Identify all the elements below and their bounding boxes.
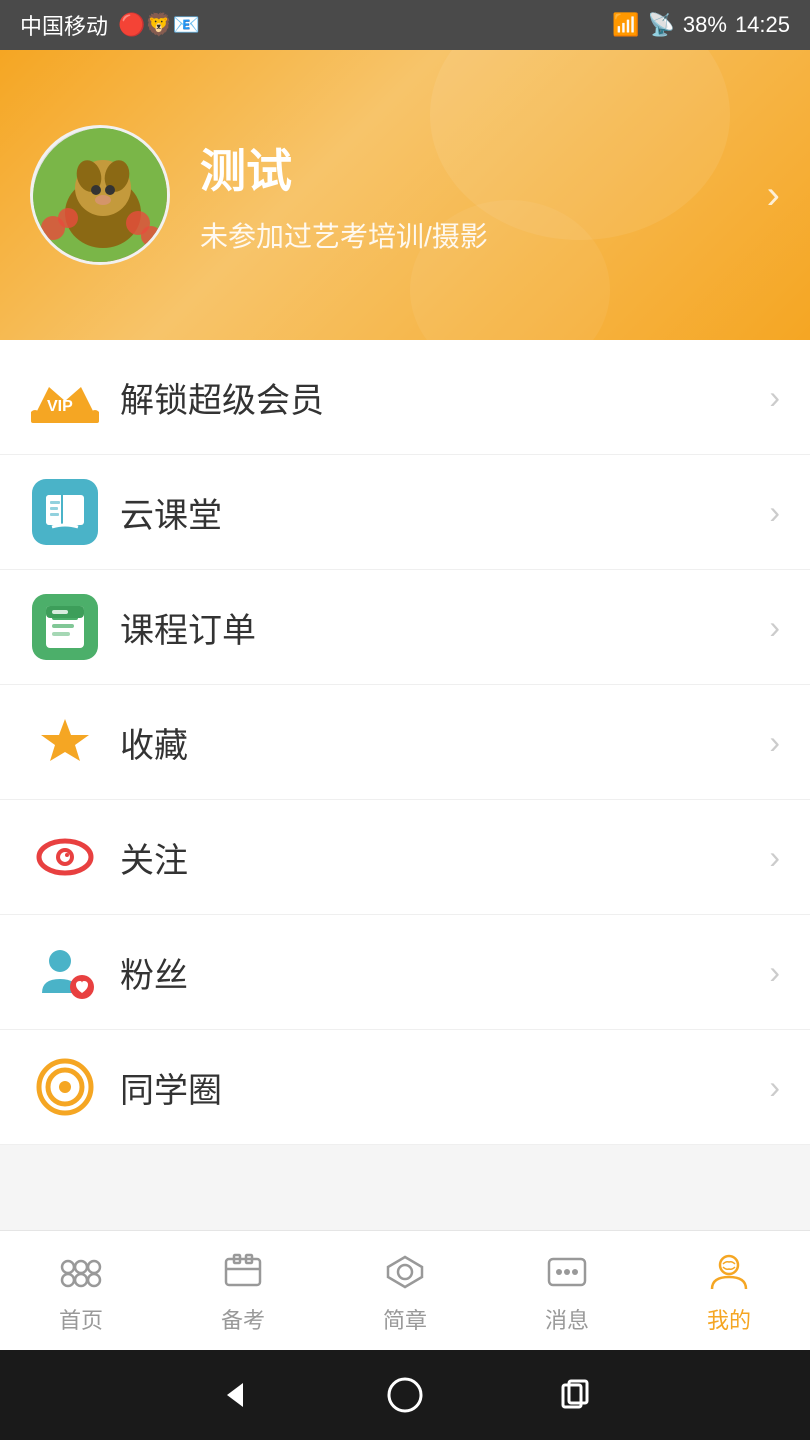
fans-icon [30,937,100,1007]
nav-label-mine: 我的 [707,1303,751,1335]
app-icons: 🔴🦁📧 [118,12,200,38]
eye-icon [30,822,100,892]
menu-item-favorites[interactable]: 收藏 › [0,685,810,800]
home-nav-icon [56,1247,106,1297]
mine-nav-icon [704,1247,754,1297]
home-button[interactable] [380,1370,430,1420]
chevron-right-icon: › [769,954,780,991]
header-banner[interactable]: 测试 未参加过艺考培训/摄影 › [0,50,810,340]
nav-label-prepare: 备考 [221,1303,265,1335]
nav-label-guide: 简章 [383,1303,427,1335]
user-desc: 未参加过艺考培训/摄影 [200,215,767,255]
order-icon [30,592,100,662]
menu-label-vip: 解锁超级会员 [120,373,769,422]
nav-label-home: 首页 [59,1303,103,1335]
signal-icon: 📶 [612,12,639,38]
user-info: 测试 未参加过艺考培训/摄影 [200,135,767,255]
chevron-right-icon: › [769,379,780,416]
nav-item-prepare[interactable]: 备考 [162,1231,324,1350]
prepare-nav-icon [218,1247,268,1297]
status-right: 📶 📡 38% 14:25 [612,12,790,38]
bottom-nav: 首页 备考 简章 [0,1230,810,1350]
nav-item-message[interactable]: 消息 [486,1231,648,1350]
chevron-right-icon: › [769,724,780,761]
menu-item-fans[interactable]: 粉丝 › [0,915,810,1030]
circle-icon [30,1052,100,1122]
chevron-right-icon: › [769,609,780,646]
menu-label-fans: 粉丝 [120,948,769,997]
nav-label-message: 消息 [545,1303,589,1335]
status-left: 中国移动 🔴🦁📧 [20,9,200,41]
user-name: 测试 [200,135,767,201]
menu-item-cloud-class[interactable]: 云课堂 › [0,455,810,570]
nav-item-home[interactable]: 首页 [0,1231,162,1350]
avatar [30,125,170,265]
carrier-text: 中国移动 [20,9,108,41]
chevron-right-icon: › [769,839,780,876]
menu-label-circle: 同学圈 [120,1063,769,1112]
book-icon [30,477,100,547]
chevron-right-icon: › [769,1069,780,1106]
avatar-image [33,128,170,265]
menu-item-follow[interactable]: 关注 › [0,800,810,915]
chevron-right-icon: › [769,494,780,531]
menu-item-vip[interactable]: VIP 解锁超级会员 › [0,340,810,455]
android-nav [0,1350,810,1440]
svg-text:VIP: VIP [47,398,73,415]
menu-item-circle[interactable]: 同学圈 › [0,1030,810,1145]
message-nav-icon [542,1247,592,1297]
menu-label-cloud-class: 云课堂 [120,488,769,537]
time-text: 14:25 [735,12,790,38]
vip-icon: VIP [30,362,100,432]
status-bar: 中国移动 🔴🦁📧 📶 📡 38% 14:25 [0,0,810,50]
back-button[interactable] [210,1370,260,1420]
star-icon [30,707,100,777]
nav-item-mine[interactable]: 我的 [648,1231,810,1350]
menu-label-course-order: 课程订单 [120,603,769,652]
battery-text: 38% [683,12,727,38]
menu-label-follow: 关注 [120,833,769,882]
wifi-icon: 📡 [647,12,674,38]
guide-nav-icon [380,1247,430,1297]
nav-item-guide[interactable]: 简章 [324,1231,486,1350]
recent-button[interactable] [550,1370,600,1420]
header-chevron-icon: › [767,173,780,218]
menu-label-favorites: 收藏 [120,718,769,767]
menu-item-course-order[interactable]: 课程订单 › [0,570,810,685]
menu-list: VIP 解锁超级会员 › 云课堂 › [0,340,810,1145]
